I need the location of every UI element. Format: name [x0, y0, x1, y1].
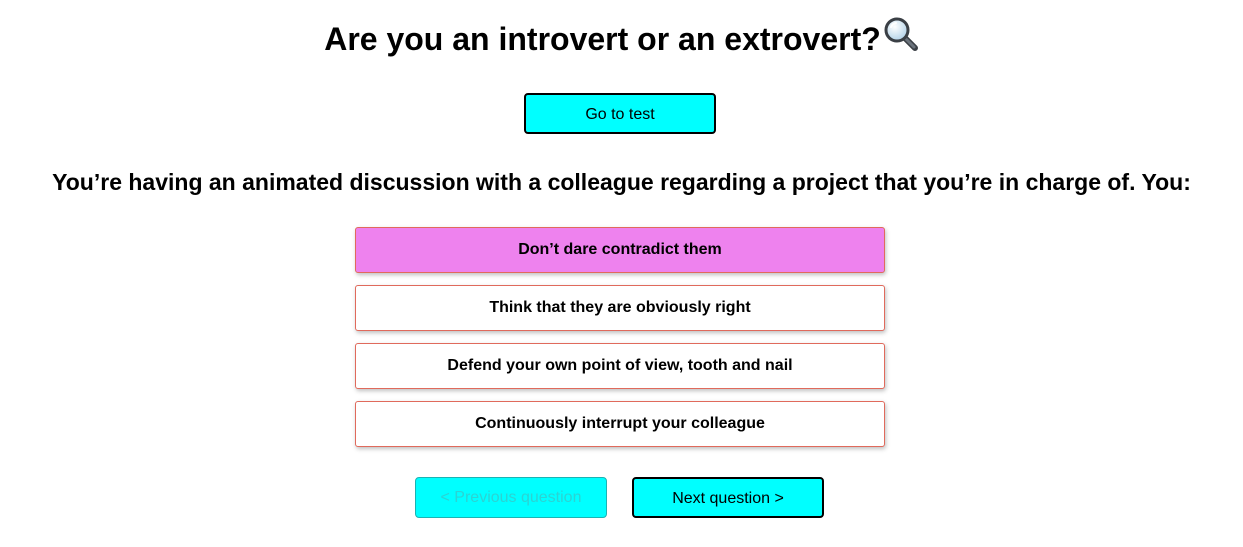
quiz-page: Are you an introvert or an extrovert? Go…	[0, 0, 1243, 547]
next-question-button[interactable]: Next question >	[632, 477, 824, 518]
answer-list: Don’t dare contradict them Think that th…	[355, 227, 885, 459]
answer-option-3[interactable]: Defend your own point of view, tooth and…	[355, 343, 885, 389]
answer-option-2[interactable]: Think that they are obviously right	[355, 285, 885, 331]
answer-option-1[interactable]: Don’t dare contradict them	[355, 227, 885, 273]
go-to-test-button[interactable]: Go to test	[524, 93, 716, 134]
previous-question-button[interactable]: < Previous question	[415, 477, 607, 518]
page-title-text: Are you an introvert or an extrovert?	[324, 21, 881, 57]
magnifying-glass-icon	[883, 16, 919, 62]
question-text: You’re having an animated discussion wit…	[52, 169, 1191, 195]
page-title: Are you an introvert or an extrovert?	[0, 16, 1243, 65]
answer-option-4[interactable]: Continuously interrupt your colleague	[355, 401, 885, 447]
